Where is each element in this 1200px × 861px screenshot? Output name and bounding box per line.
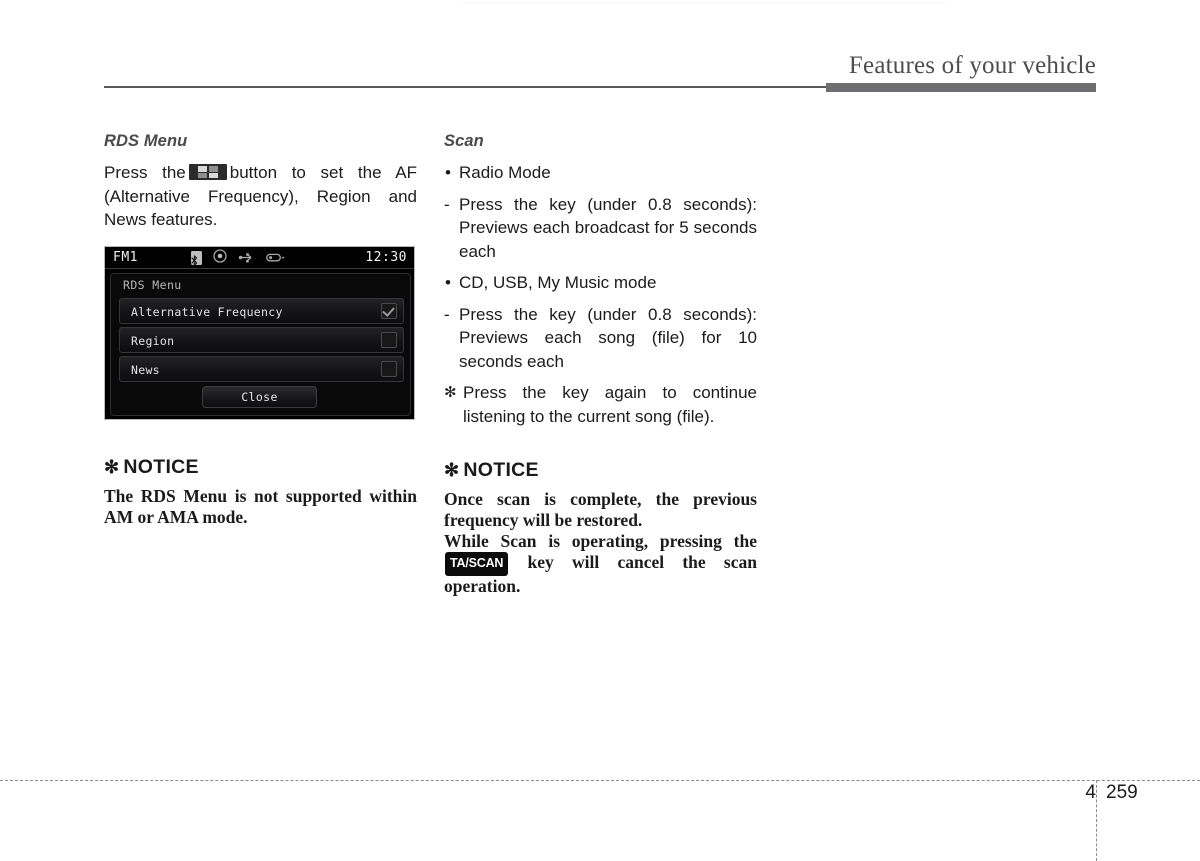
right-column: Scan • Radio Mode - Press the key (under 0… — [444, 132, 757, 597]
left-notice-heading-text: NOTICE — [123, 455, 199, 478]
checkbox-region[interactable] — [381, 331, 397, 348]
checkbox-news[interactable] — [381, 360, 397, 377]
device-row-news[interactable]: News — [119, 355, 404, 382]
list-item: ✻ Press the key again to continue listeni… — [444, 381, 757, 428]
notice-star-icon: ✻ — [444, 460, 460, 480]
right-notice-line-2: While Scan is operating, pressing the TA… — [444, 531, 757, 597]
trim-guide-bottom — [0, 780, 1200, 781]
page-number: 259 — [1106, 782, 1138, 803]
page-footer: 4 259 — [1050, 782, 1160, 810]
device-status-icons — [191, 248, 285, 267]
device-row-label: News — [131, 362, 160, 377]
device-source-label: FM1 — [113, 249, 138, 265]
disc-icon — [213, 248, 227, 267]
rds-menu-button-icon — [188, 164, 227, 180]
right-notice-line-1: Once scan is complete, the previous freq… — [444, 489, 757, 530]
device-close-button[interactable]: Close — [202, 385, 317, 408]
device-row-alternative-frequency[interactable]: Alternative Frequency — [119, 297, 404, 324]
left-notice-heading: ✻ NOTICE — [104, 456, 417, 479]
list-item-text: CD, USB, My Music mode — [459, 273, 657, 292]
list-item-text: Press the key again to continue listenin… — [463, 383, 757, 426]
right-notice-block: ✻ NOTICE Once scan is complete, the previ… — [444, 459, 757, 597]
rds-menu-screenshot: FM1 12:30 RDS Menu Alternative Frequency… — [104, 245, 415, 420]
scan-item-list: • Radio Mode - Press the key (under 0.8 se… — [444, 161, 757, 428]
ta-scan-key-badge: TA/SCAN — [445, 552, 509, 576]
device-status-bar: FM1 12:30 — [105, 246, 414, 269]
rds-menu-heading: RDS Menu — [104, 132, 188, 150]
page-title: Features of your vehicle — [848, 52, 1096, 79]
list-item-text: Press the key (under 0.8 seconds): Previ… — [459, 304, 757, 371]
device-icon — [266, 248, 285, 267]
device-rds-panel: RDS Menu Alternative Frequency Region Ne… — [110, 272, 411, 416]
list-item: - Press the key (under 0.8 seconds): Prev… — [444, 193, 757, 264]
dash-marker: - — [444, 194, 450, 214]
device-row-region[interactable]: Region — [119, 326, 404, 353]
rds-intro-text-before: Press the — [104, 163, 186, 182]
device-clock: 12:30 — [365, 249, 407, 265]
left-notice-body: The RDS Menu is not supported within AM … — [104, 485, 417, 527]
list-item: • CD, USB, My Music mode — [444, 271, 757, 295]
header-rule-thin — [104, 86, 826, 88]
bluetooth-icon — [191, 250, 202, 266]
left-column: RDS Menu Press the button to set the AF (… — [104, 132, 417, 528]
device-panel-title: RDS Menu — [123, 277, 182, 292]
left-notice-block: ✻ NOTICE The RDS Menu is not supported wi… — [104, 456, 417, 528]
rds-menu-intro-paragraph: Press the button to set the AF (Alternati… — [104, 161, 417, 232]
device-row-label: Alternative Frequency — [131, 304, 283, 319]
usb-icon — [238, 248, 255, 267]
right-notice-text-before-key: While Scan is operating, pressing the — [444, 531, 757, 551]
list-item-text: Press the key (under 0.8 seconds): Previ… — [459, 194, 757, 261]
dash-marker: - — [444, 304, 450, 324]
page-header: Features of your vehicle — [104, 52, 1096, 94]
bullet-marker: • — [445, 273, 451, 292]
bullet-marker: • — [445, 163, 451, 182]
list-item-text: Radio Mode — [459, 163, 551, 182]
notice-star-icon: ✻ — [104, 456, 120, 477]
chapter-number: 4 — [1085, 782, 1096, 803]
list-item: • Radio Mode — [444, 161, 757, 185]
star-marker: ✻ — [444, 384, 457, 401]
device-row-label: Region — [131, 333, 175, 348]
device-option-list: Alternative Frequency Region News — [119, 297, 404, 385]
scan-heading: Scan — [444, 132, 484, 150]
right-notice-heading-text: NOTICE — [463, 459, 539, 481]
header-rule-thick — [826, 83, 1096, 92]
list-item: - Press the key (under 0.8 seconds): Prev… — [444, 303, 757, 374]
right-notice-heading: ✻ NOTICE — [444, 459, 757, 482]
trim-guide-top — [460, 2, 950, 4]
checkbox-alternative-frequency[interactable] — [381, 302, 397, 319]
